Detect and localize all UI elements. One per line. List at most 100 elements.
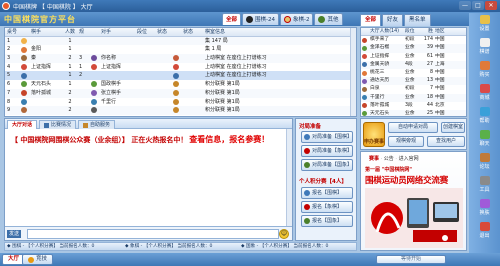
- player-name[interactable]: 上证指挥: [31, 63, 61, 72]
- table-row[interactable]: 4 上证指挥 1 1 上证指挥 上动棋室 在座位上打谱练习: [5, 63, 356, 72]
- player-name[interactable]: [31, 37, 61, 46]
- chat-scrollbar[interactable]: [286, 129, 292, 227]
- tab-arena[interactable]: 竞技: [22, 254, 54, 265]
- create-room-button[interactable]: 创建棋室: [441, 122, 465, 133]
- wait-start-button[interactable]: 等待开始: [376, 255, 446, 264]
- tab-friends[interactable]: 好友: [382, 14, 404, 26]
- tab-self-service[interactable]: 自助服务: [78, 120, 116, 129]
- user-row[interactable]: 白泉 初段 7 中国: [361, 85, 466, 93]
- opponent-name[interactable]: [101, 45, 135, 54]
- table-row[interactable]: 6 天元石头 1 国政棋手 积分联赛 第1局: [5, 80, 356, 89]
- tab-match-status[interactable]: 比赛情况: [39, 120, 77, 129]
- tab-xiangqi[interactable]: 象棋-2: [280, 13, 314, 25]
- table-row[interactable]: 2 金阳 1 集 1 局: [5, 45, 356, 54]
- col-rule[interactable]: 规: [79, 28, 89, 37]
- user-row[interactable]: 千里行 业余 18 中国: [361, 93, 466, 102]
- opponent-name[interactable]: 上证指挥: [101, 63, 135, 72]
- user-row[interactable]: 桃花三 业余 8 中国: [361, 69, 466, 77]
- state2: [183, 54, 203, 63]
- user-row[interactable]: 上证指挥 业余 61 中国: [361, 53, 466, 61]
- user-row[interactable]: 落叶孤城 3段 44 北京: [361, 102, 466, 110]
- col-state2[interactable]: 状态: [183, 28, 203, 37]
- ad-nav: 赛事 · 公告 · 进入官网: [369, 156, 419, 162]
- tab-all[interactable]: 全部: [222, 13, 242, 25]
- user-row[interactable]: 天元石头 业余 25 中国: [361, 109, 466, 116]
- col-opponent[interactable]: 对手: [101, 28, 135, 37]
- col-player[interactable]: 棋手: [31, 28, 61, 37]
- col-user-name[interactable]: 大厅人数(14): [370, 28, 404, 36]
- tab-blacklist[interactable]: 黑名单: [404, 14, 431, 26]
- player-name[interactable]: 秦: [31, 54, 61, 63]
- prepare-chess-button[interactable]: 对局准备【国象】: [301, 159, 353, 171]
- exit-button[interactable]: 退出: [470, 222, 499, 239]
- user-row[interactable]: 棋手来了 初段 174 中国: [361, 36, 466, 44]
- tab-other[interactable]: 其他: [314, 13, 343, 25]
- opponent-name[interactable]: [101, 71, 135, 80]
- col-user-rank[interactable]: 段位: [405, 28, 419, 36]
- watch-button[interactable]: 观棋旁观: [388, 136, 424, 147]
- room-table-scrollbar[interactable]: [350, 28, 356, 116]
- table-row[interactable]: 7 落叶孤城 2 张立棋手 积分联赛 第1局: [5, 88, 356, 98]
- col-state[interactable]: 状态: [157, 28, 171, 37]
- help-button[interactable]: 帮助: [470, 107, 499, 124]
- close-button[interactable]: ✕: [485, 1, 497, 10]
- table-row[interactable]: 1 1 集 147 局: [5, 36, 356, 46]
- col-count[interactable]: 人数: [63, 28, 77, 37]
- player-name[interactable]: [31, 106, 61, 115]
- table-no: 7: [7, 89, 11, 96]
- player-name[interactable]: [31, 71, 61, 80]
- chat-signup-link[interactable]: 查看信息，报名参赛！: [189, 135, 269, 144]
- store-button[interactable]: 商城: [470, 84, 499, 101]
- tab-go[interactable]: 围棋-24: [242, 13, 279, 25]
- player-name[interactable]: 天元石头: [31, 80, 61, 89]
- table-row[interactable]: 3 秦 2 3 你名称 上动棋室 在座位上打谱练习: [5, 54, 356, 63]
- tab-users-all[interactable]: 全部: [360, 14, 382, 26]
- signup-xiangqi-button[interactable]: 报名【象棋】: [301, 201, 353, 213]
- col-no[interactable]: 桌号: [7, 28, 21, 37]
- maximize-button[interactable]: □: [472, 1, 484, 10]
- col-user-region[interactable]: 地区: [435, 28, 461, 36]
- prepare-go-button[interactable]: 对局准备【围棋】: [301, 131, 353, 143]
- find-user-button[interactable]: 查找用户: [427, 136, 465, 147]
- user-rank: 业余: [405, 94, 415, 100]
- opponent-name[interactable]: 你名称: [101, 54, 135, 63]
- table-row[interactable]: 8 2 千里行 积分联赛 第1局: [5, 98, 356, 107]
- settings-button[interactable]: 设置: [470, 15, 499, 32]
- opponent-name[interactable]: 国政棋手: [101, 80, 135, 89]
- buy-button[interactable]: 购买: [470, 61, 499, 78]
- kifu-button[interactable]: 棋谱: [470, 38, 499, 55]
- emoji-icon[interactable]: ☺: [279, 229, 289, 239]
- opponent-name[interactable]: [101, 37, 135, 46]
- chat-side-button[interactable]: 聊天: [470, 130, 499, 147]
- chess-icon: [304, 218, 310, 224]
- player-name[interactable]: 金阳: [31, 45, 61, 54]
- col-user-wins[interactable]: 胜: [421, 28, 433, 36]
- col-rank[interactable]: 段位: [137, 28, 155, 37]
- skin-button[interactable]: 换肤: [470, 199, 499, 216]
- ad-banner[interactable]: 赛事 · 公告 · 进入官网 第一届 "中国棋院网" 围棋运动员网络交流赛: [360, 151, 467, 251]
- user-row[interactable]: 金泽石榴 业余 39 中国: [361, 44, 466, 53]
- player-name[interactable]: 落叶孤城: [31, 89, 61, 98]
- prepare-xiangqi-button[interactable]: 对局准备【象棋】: [301, 145, 353, 157]
- opponent-name[interactable]: [101, 106, 135, 115]
- service-icon: [83, 122, 89, 128]
- opponent-name[interactable]: 张立棋手: [101, 89, 135, 98]
- col-room-info[interactable]: 棋室信息: [205, 28, 355, 37]
- tools-button[interactable]: 工具: [470, 176, 499, 193]
- signup-chess-button[interactable]: 报名【国象】: [301, 215, 353, 227]
- table-row[interactable]: 9 2 积分联赛 第1局: [5, 106, 356, 115]
- user-row[interactable]: 通达天历 业余 13 中国: [361, 77, 466, 86]
- rank: [137, 80, 155, 89]
- player-name[interactable]: [31, 98, 61, 107]
- opponent-name[interactable]: 千里行: [101, 98, 135, 107]
- chat-input[interactable]: [27, 229, 279, 239]
- send-label[interactable]: 发送: [7, 230, 22, 238]
- host-event-button[interactable]: 申办赛事: [363, 122, 385, 147]
- auto-match-button[interactable]: 自动申请对局: [388, 122, 438, 133]
- tab-lobby-chat[interactable]: 大厅对话: [7, 120, 38, 129]
- user-row[interactable]: 金属天骄 4段 27 上海: [361, 60, 466, 69]
- table-row[interactable]: 5 1 2 上动棋室 在座位上打谱练习: [5, 71, 356, 81]
- forum-button[interactable]: 论坛: [470, 153, 499, 170]
- minimize-button[interactable]: —: [459, 1, 471, 10]
- signup-go-button[interactable]: 报名【围棋】: [301, 187, 353, 199]
